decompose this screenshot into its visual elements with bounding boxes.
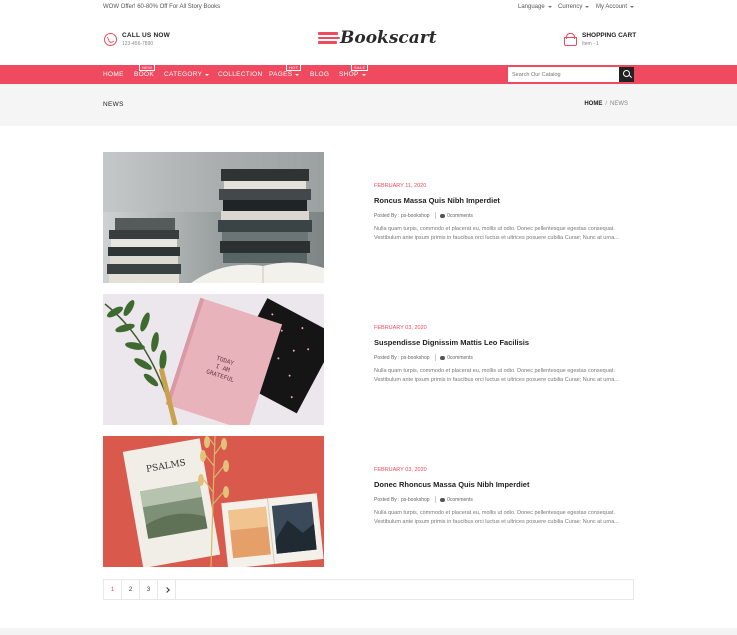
chevron-down-icon <box>585 6 590 8</box>
nav-item-book[interactable]: NEW BOOK <box>134 64 156 78</box>
post-comments[interactable]: 0comments <box>440 497 473 503</box>
page-title: NEWS <box>103 101 124 108</box>
meta-divider <box>434 354 436 361</box>
logo-text: Bookscart <box>340 28 437 48</box>
post-meta: Posted By : ps-bookshop 0comments <box>374 212 473 219</box>
main-nav: HOME NEW BOOK CATEGORY COLLECTION HOT PA… <box>0 64 737 84</box>
promo-text: WOW Offer! 60-80% Off For All Story Book… <box>103 4 221 10</box>
nav-item-home[interactable]: HOME <box>103 71 124 78</box>
language-dropdown[interactable]: Language <box>518 4 552 10</box>
comment-icon <box>440 497 446 502</box>
pagination: 1 2 3 <box>103 579 634 600</box>
meta-divider <box>434 212 436 219</box>
post-date: FEBRUARY 03, 2020 <box>374 325 427 331</box>
post-image-journal[interactable]: TODAY I AM GRATEFUL <box>103 294 324 425</box>
page-3[interactable]: 3 <box>140 580 158 599</box>
post-comments[interactable]: 0comments <box>440 355 473 361</box>
cart-count: Item - 1 <box>582 41 599 47</box>
post-excerpt: Nulla quam turpis, commodo et placerat e… <box>374 368 619 383</box>
site-logo[interactable]: Bookscart <box>318 28 437 48</box>
hot-badge: HOT <box>286 64 302 71</box>
phone-icon <box>104 33 117 46</box>
page-2[interactable]: 2 <box>122 580 140 599</box>
post-meta: Posted By : ps-bookshop 0comments <box>374 496 473 503</box>
breadcrumb-home[interactable]: HOME <box>584 101 602 107</box>
chevron-down-icon <box>547 6 552 8</box>
site-header: CALL US NOW 123-456-7890 Bookscart SHOPP… <box>0 16 737 64</box>
search-box <box>508 67 634 82</box>
comments-count: 0comments <box>447 496 473 503</box>
shopping-cart[interactable]: SHOPPING CART Item - 1 <box>562 32 636 47</box>
breadcrumb-current: NEWS <box>610 101 628 107</box>
blog-post: TODAY I AM GRATEFUL FEBRUARY 03, 2020 Su… <box>103 294 634 425</box>
post-author: Posted By : ps-bookshop <box>374 496 430 503</box>
post-image-books-stack[interactable] <box>103 152 324 283</box>
cart-title: SHOPPING CART <box>582 32 637 39</box>
language-label: Language <box>518 4 545 10</box>
post-excerpt: Nulla quam turpis, commodo et placerat e… <box>374 510 619 525</box>
blog-post: PSALMS FEBRUARY 03, 2020 Donec Rhoncus M… <box>103 436 634 567</box>
post-image-psalms[interactable]: PSALMS <box>103 436 324 567</box>
account-dropdown[interactable]: My Account <box>596 4 635 10</box>
breadcrumb: HOME / NEWS <box>584 101 628 107</box>
nav-label: PAGES <box>269 71 293 78</box>
comments-count: 0comments <box>447 212 473 219</box>
nav-item-collection[interactable]: COLLECTION <box>218 71 263 78</box>
chevron-down-icon <box>295 73 300 76</box>
nav-item-shop[interactable]: SALE SHOP <box>339 64 369 78</box>
footer-edge <box>0 628 737 635</box>
new-badge: NEW <box>139 64 156 71</box>
post-author: Posted By : ps-bookshop <box>374 212 430 219</box>
nav-item-blog[interactable]: BLOG <box>310 71 329 78</box>
page-header: NEWS HOME / NEWS <box>0 84 737 126</box>
nav-item-category[interactable]: CATEGORY <box>164 71 210 78</box>
call-title: CALL US NOW <box>122 32 170 39</box>
call-us-block[interactable]: CALL US NOW 123-456-7890 <box>104 32 170 47</box>
post-meta: Posted By : ps-bookshop 0comments <box>374 354 473 361</box>
post-date: FEBRUARY 03, 2020 <box>374 467 427 473</box>
sale-badge: SALE <box>351 64 369 71</box>
nav-label: CATEGORY <box>164 71 203 78</box>
nav-label: BOOK <box>134 71 154 78</box>
post-excerpt: Nulla quam turpis, commodo et placerat e… <box>374 226 619 241</box>
post-title[interactable]: Roncus Massa Quis Nibh Imperdiet <box>374 196 500 205</box>
nav-label: SHOP <box>339 71 359 78</box>
top-bar: WOW Offer! 60-80% Off For All Story Book… <box>0 0 737 16</box>
nav-label: HOME <box>103 71 124 78</box>
currency-label: Currency <box>558 4 583 10</box>
chevron-down-icon <box>630 6 635 8</box>
post-author: Posted By : ps-bookshop <box>374 354 430 361</box>
basket-icon <box>562 33 577 46</box>
book-stack-icon <box>318 30 342 46</box>
account-label: My Account <box>596 4 628 10</box>
chevron-down-icon <box>361 73 366 76</box>
search-input[interactable] <box>508 67 620 82</box>
meta-divider <box>434 496 436 503</box>
post-comments[interactable]: 0comments <box>440 213 473 219</box>
post-date: FEBRUARY 11, 2020 <box>374 183 427 189</box>
comments-count: 0comments <box>447 354 473 361</box>
currency-dropdown[interactable]: Currency <box>558 4 590 10</box>
chevron-right-icon[interactable] <box>158 580 176 599</box>
nav-item-pages[interactable]: HOT PAGES <box>269 64 302 78</box>
blog-post: FEBRUARY 11, 2020 Roncus Massa Quis Nibh… <box>103 152 634 283</box>
page-1[interactable]: 1 <box>104 580 122 599</box>
call-phone: 123-456-7890 <box>122 41 154 47</box>
nav-label: COLLECTION <box>218 71 263 78</box>
chevron-down-icon <box>205 73 210 76</box>
comment-icon <box>440 213 446 218</box>
post-title[interactable]: Donec Rhoncus Massa Quis Nibh Imperdiet <box>374 480 529 489</box>
nav-label: BLOG <box>310 71 330 78</box>
post-title[interactable]: Suspendisse Dignissim Mattis Leo Facilis… <box>374 338 529 347</box>
comment-icon <box>440 355 446 360</box>
search-icon[interactable] <box>619 67 634 82</box>
breadcrumb-separator: / <box>605 101 607 107</box>
